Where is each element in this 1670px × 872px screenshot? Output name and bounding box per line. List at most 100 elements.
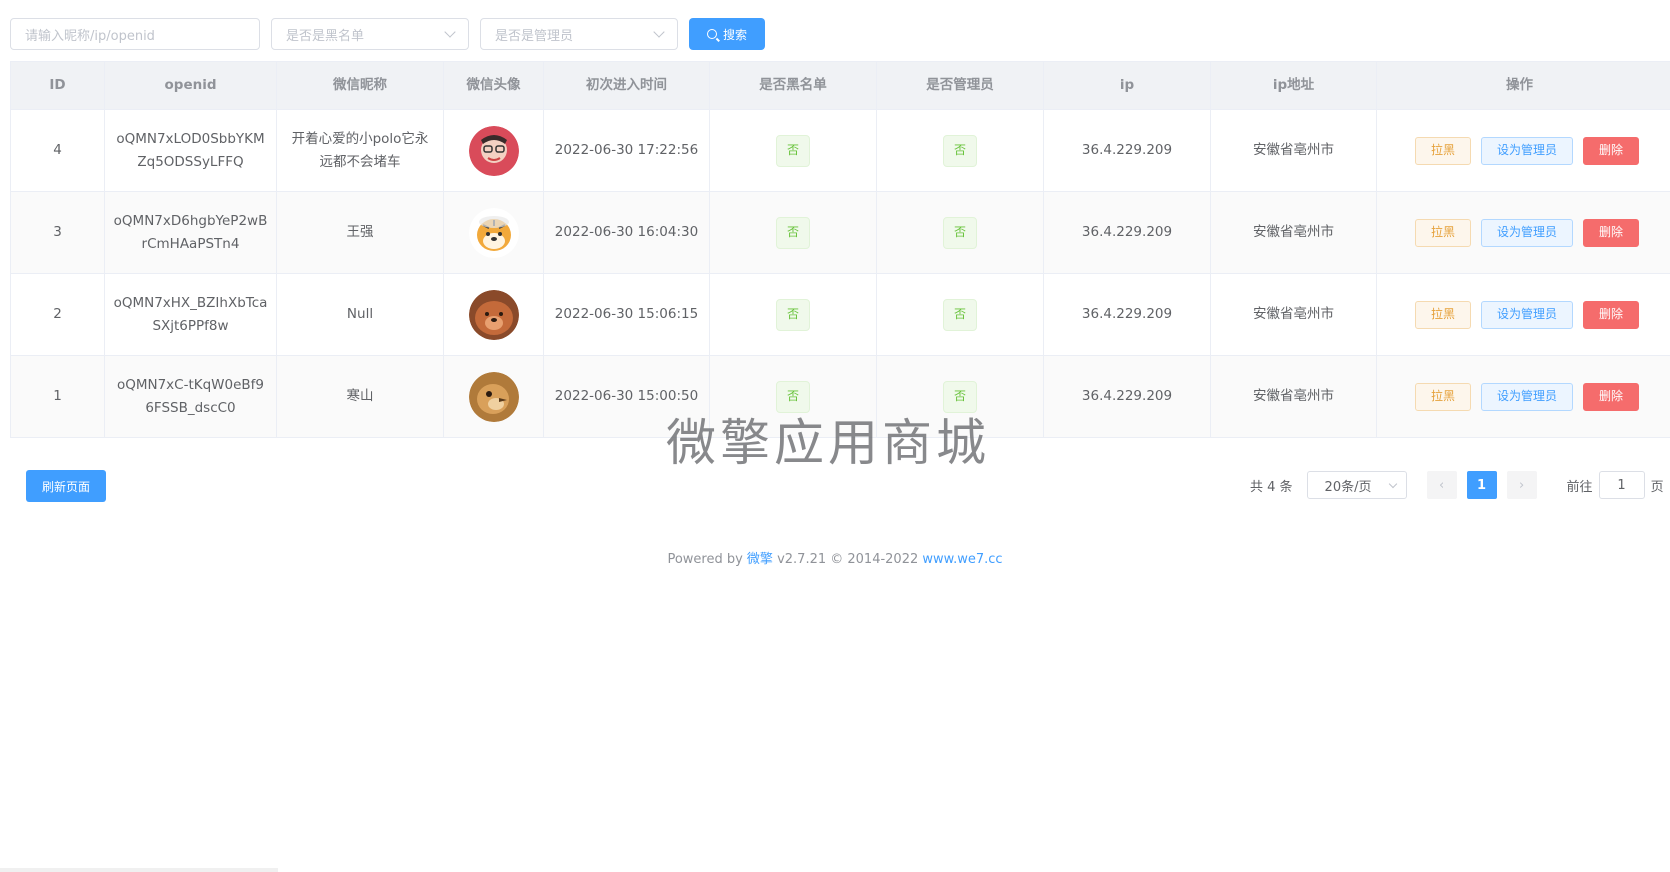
cell-id: 4 <box>10 110 105 191</box>
footer-url-link[interactable]: www.we7.cc <box>922 552 1002 567</box>
chevron-down-icon <box>444 26 456 38</box>
avatar-child-icon <box>468 125 519 176</box>
blacklist-button[interactable]: 拉黑 <box>1415 382 1471 411</box>
cell-openid: oQMN7xHX_BZIhXbTcaSXjt6PPf8w <box>105 274 277 355</box>
cell-actions: 拉黑 设为管理员 删除 <box>1377 274 1670 355</box>
delete-button[interactable]: 删除 <box>1583 136 1639 165</box>
blacklist-button[interactable]: 拉黑 <box>1415 136 1471 165</box>
cell-admin: 否 <box>877 274 1044 355</box>
filter-bar: 请输入昵称/ip/openid 是否是黑名单 是否是管理员 搜索 <box>10 18 765 50</box>
search-icon <box>706 29 717 39</box>
status-badge: 否 <box>776 298 810 331</box>
goto-page-input[interactable]: 1 <box>1598 471 1645 499</box>
footer-powered: Powered by <box>667 552 747 567</box>
cell-avatar <box>444 192 544 273</box>
cell-ip: 36.4.229.209 <box>1044 192 1211 273</box>
header-admin: 是否管理员 <box>877 62 1044 109</box>
table-header: ID openid 微信昵称 微信头像 初次进入时间 是否黑名单 是否管理员 i… <box>10 62 1670 110</box>
header-id: ID <box>10 62 105 109</box>
delete-button[interactable]: 删除 <box>1583 218 1639 247</box>
cell-admin: 否 <box>877 110 1044 191</box>
footer-version: v2.7.21 © 2014-2022 <box>772 552 923 567</box>
avatar-bird-icon <box>468 371 519 422</box>
footer-brand-link[interactable]: 微擎 <box>747 552 773 567</box>
header-blacklist: 是否黑名单 <box>710 62 877 109</box>
set-admin-button[interactable]: 设为管理员 <box>1481 136 1573 165</box>
status-badge: 否 <box>776 216 810 249</box>
admin-select-placeholder: 是否是管理员 <box>495 28 574 44</box>
search-button[interactable]: 搜索 <box>689 18 765 50</box>
cell-actions: 拉黑 设为管理员 删除 <box>1377 356 1670 437</box>
status-badge: 否 <box>776 134 810 167</box>
header-ip-address: ip地址 <box>1211 62 1377 109</box>
cell-nickname: Null <box>277 274 444 355</box>
header-openid: openid <box>105 62 277 109</box>
cell-ip: 36.4.229.209 <box>1044 356 1211 437</box>
table-row: 3 oQMN7xD6hgbYeP2wBrCmHAaPSTn4 王强 2022-0… <box>10 192 1670 274</box>
cell-nickname: 开着心爱的小polo它永远都不会堵车 <box>277 110 444 191</box>
cell-actions: 拉黑 设为管理员 删除 <box>1377 110 1670 191</box>
chevron-down-icon <box>1388 479 1397 488</box>
cell-avatar <box>444 356 544 437</box>
refresh-button[interactable]: 刷新页面 <box>26 470 106 502</box>
header-nickname: 微信昵称 <box>277 62 444 109</box>
header-avatar: 微信头像 <box>444 62 544 109</box>
pagination-total: 共 4 条 <box>1250 479 1293 495</box>
delete-button[interactable]: 删除 <box>1583 382 1639 411</box>
page-size-value: 20条/页 <box>1324 479 1372 495</box>
cell-ip: 36.4.229.209 <box>1044 110 1211 191</box>
table-row: 4 oQMN7xLOD0SbbYKMZq5ODSSyLFFQ 开着心爱的小pol… <box>10 110 1670 192</box>
set-admin-button[interactable]: 设为管理员 <box>1481 218 1573 247</box>
cell-blacklist: 否 <box>710 110 877 191</box>
chevron-down-icon <box>653 26 665 38</box>
delete-button[interactable]: 删除 <box>1583 300 1639 329</box>
watermark: 微擎应用商城 <box>666 414 990 472</box>
search-button-label: 搜索 <box>722 27 747 42</box>
cell-avatar <box>444 274 544 355</box>
avatar-tiger-icon <box>468 207 519 258</box>
cell-ip-address: 安徽省亳州市 <box>1211 110 1377 191</box>
cell-actions: 拉黑 设为管理员 删除 <box>1377 192 1670 273</box>
page-number-current[interactable]: 1 <box>1466 471 1497 499</box>
bottom-strip <box>0 868 278 872</box>
cell-first-visit: 2022-06-30 15:06:15 <box>544 274 710 355</box>
header-first-visit: 初次进入时间 <box>544 62 710 109</box>
blacklist-button[interactable]: 拉黑 <box>1415 300 1471 329</box>
page-size-select[interactable]: 20条/页 <box>1306 471 1407 499</box>
blacklist-select[interactable]: 是否是黑名单 <box>271 18 469 50</box>
users-table: ID openid 微信昵称 微信头像 初次进入时间 是否黑名单 是否管理员 i… <box>10 61 1670 438</box>
cell-first-visit: 2022-06-30 16:04:30 <box>544 192 710 273</box>
cell-openid: oQMN7xD6hgbYeP2wBrCmHAaPSTn4 <box>105 192 277 273</box>
pagination: 共 4 条 20条/页 ‹ 1 › 前往 1 页 <box>1250 471 1664 499</box>
cell-openid: oQMN7xLOD0SbbYKMZq5ODSSyLFFQ <box>105 110 277 191</box>
cell-openid: oQMN7xC-tKqW0eBf96FSSB_dscC0 <box>105 356 277 437</box>
cell-id: 3 <box>10 192 105 273</box>
cell-nickname: 王强 <box>277 192 444 273</box>
status-badge: 否 <box>943 216 977 249</box>
cell-blacklist: 否 <box>710 274 877 355</box>
goto-suffix: 页 <box>1650 479 1664 495</box>
search-input[interactable]: 请输入昵称/ip/openid <box>10 18 260 50</box>
admin-select[interactable]: 是否是管理员 <box>480 18 678 50</box>
set-admin-button[interactable]: 设为管理员 <box>1481 382 1573 411</box>
blacklist-select-placeholder: 是否是黑名单 <box>286 28 365 44</box>
header-ip: ip <box>1044 62 1211 109</box>
table-row: 2 oQMN7xHX_BZIhXbTcaSXjt6PPf8w Null 2022… <box>10 274 1670 356</box>
status-badge: 否 <box>943 134 977 167</box>
cell-admin: 否 <box>877 192 1044 273</box>
goto-label: 前往 <box>1566 479 1593 495</box>
cell-ip-address: 安徽省亳州市 <box>1211 192 1377 273</box>
blacklist-button[interactable]: 拉黑 <box>1415 218 1471 247</box>
cell-avatar <box>444 110 544 191</box>
cell-ip-address: 安徽省亳州市 <box>1211 274 1377 355</box>
next-page-button[interactable]: › <box>1506 471 1537 499</box>
cell-id: 2 <box>10 274 105 355</box>
header-actions: 操作 <box>1506 77 1533 93</box>
set-admin-button[interactable]: 设为管理员 <box>1481 300 1573 329</box>
avatar-dog-icon <box>468 289 519 340</box>
prev-page-button[interactable]: ‹ <box>1426 471 1457 499</box>
cell-ip-address: 安徽省亳州市 <box>1211 356 1377 437</box>
cell-first-visit: 2022-06-30 17:22:56 <box>544 110 710 191</box>
cell-blacklist: 否 <box>710 192 877 273</box>
cell-id: 1 <box>10 356 105 437</box>
